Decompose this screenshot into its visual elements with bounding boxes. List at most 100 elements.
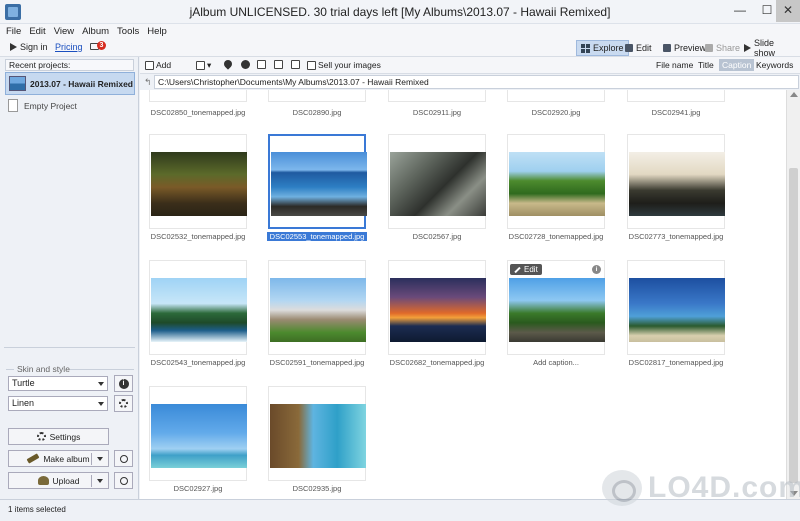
close-button[interactable]: ✕ [776,0,800,22]
add-button[interactable]: Add [145,60,171,70]
sort-caption[interactable]: Caption [719,59,755,71]
photo-thumbnail [390,152,486,216]
tile-partial[interactable] [149,90,247,102]
minimize-button[interactable]: — [726,0,754,22]
style-select[interactable]: Linen [8,396,108,411]
watermark-text: LO4D.com [648,471,800,504]
tile-caption: DSC02941.jpg [651,108,701,117]
gear-icon [36,432,46,441]
exclude-button[interactable] [241,60,250,69]
vertical-scrollbar[interactable] [786,90,800,499]
scrollbar-thumb[interactable] [789,168,798,483]
zoom-button[interactable] [114,450,133,467]
favorite-button[interactable] [222,58,234,70]
tile-caption: DSC02591_tonemapped.jpg [269,358,365,367]
thumbnail-tile[interactable]: DSC02532_tonemapped.jpg [149,134,247,242]
thumbnail-tile[interactable]: DSC02935.jpg [268,386,366,494]
thumbnail-gallery: DSC02850_tonemapped.jpg DSC02890.jpg DSC… [140,90,786,499]
thumbnail-tile[interactable]: DSC02567.jpg [388,134,486,242]
project-label: 2013.07 - Hawaii Remixed [30,78,134,89]
settings-button[interactable]: Settings [8,428,109,445]
thumbnail-tile[interactable]: DSC02773_tonemapped.jpg [627,134,725,242]
title-bar: jAlbum UNLICENSED. 30 trial days left [M… [0,0,800,24]
pricing-link[interactable]: Pricing [55,42,83,52]
filter-button[interactable] [291,60,300,69]
tile-partial[interactable] [388,90,486,102]
thumbnail-tile-selected[interactable]: DSC02553_tonemapped.jpg [267,134,367,242]
upload-label: Upload [52,475,80,486]
back-arrow-icon[interactable]: ↰ [144,77,152,88]
skin-info-button[interactable]: i [114,375,133,392]
add-caption-field[interactable]: Add caption... [497,358,615,367]
menu-tools[interactable]: Tools [113,24,143,39]
mode-edit-button[interactable]: Edit [621,40,656,56]
divider [6,369,14,370]
thumbnail-tile[interactable]: DSC02728_tonemapped.jpg [507,134,605,242]
menu-edit[interactable]: Edit [25,24,49,39]
mode-edit-label: Edit [636,43,652,53]
photo-thumbnail [629,152,725,216]
notifications-button[interactable]: 3 [90,41,108,54]
tile-caption: DSC02553_tonemapped.jpg [267,232,367,241]
menu-file[interactable]: File [0,24,25,39]
chevron-down-icon[interactable] [97,457,103,461]
pencil-icon [514,266,521,273]
tile-frame [149,386,247,481]
tile-caption: DSC02850_tonemapped.jpg [150,108,246,117]
tile-caption: DSC02567.jpg [412,232,462,241]
menu-view[interactable]: View [50,24,78,39]
share-icon [705,44,713,52]
sort-keywords[interactable]: Keywords [756,60,793,70]
project-item-active[interactable]: 2013.07 - Hawaii Remixed [5,72,135,95]
thumbnail-tile[interactable]: DSC02927.jpg [149,386,247,494]
search-button[interactable] [114,472,133,489]
chevron-down-icon[interactable] [97,479,103,483]
thumbnail-tile[interactable]: DSC02543_tonemapped.jpg [149,260,247,368]
watermark-logo-icon [602,470,642,506]
tile-partial[interactable] [507,90,605,102]
thumbnail-tile[interactable]: DSC02682_tonemapped.jpg [388,260,486,368]
path-field[interactable]: C:\Users\Christopher\Documents\My Albums… [154,75,799,89]
recent-projects-label: Recent projects: [5,59,134,71]
info-icon[interactable]: i [592,265,601,274]
separator [91,475,92,487]
skin-select[interactable]: Turtle [8,376,108,391]
style-select-value: Linen [12,398,35,408]
project-label: Empty Project [24,100,77,111]
thumbnail-tile[interactable]: DSC02817_tonemapped.jpg [627,260,725,368]
rotate-right-button[interactable] [274,60,283,69]
project-item[interactable]: Empty Project [8,99,77,112]
thumbnail-tile[interactable]: DSC02591_tonemapped.jpg [268,260,366,368]
mode-share-button[interactable]: Share [701,40,744,56]
filter-icon [291,60,300,69]
separator [91,453,92,465]
photo-thumbnail [151,404,247,468]
sort-title[interactable]: Title [698,60,714,70]
signin-button[interactable]: Sign in [10,42,48,52]
rotate-left-button[interactable] [257,60,266,69]
thumbnail-tile-hover[interactable]: Edit i Add caption... [507,260,605,368]
upload-button[interactable]: Upload [8,472,109,489]
scroll-up-icon[interactable] [790,92,798,97]
tile-partial[interactable] [627,90,725,102]
sell-images-button[interactable]: Sell your images [307,60,381,70]
tile-caption: DSC02682_tonemapped.jpg [389,358,485,367]
mode-slideshow-button[interactable]: Slide show [740,38,800,58]
new-folder-button[interactable]: ▾ [196,60,211,71]
menu-help[interactable]: Help [143,24,171,39]
tile-frame [149,260,247,355]
style-settings-button[interactable] [114,395,133,412]
sort-filename[interactable]: File name [656,60,693,70]
tile-caption: DSC02773_tonemapped.jpg [628,232,724,241]
edit-badge[interactable]: Edit [510,264,542,275]
panel-divider[interactable] [4,347,135,348]
search-icon [119,476,128,485]
tile-partial[interactable] [268,90,366,102]
tile-frame [627,260,725,355]
skin-section-label: Skin and style [17,364,70,374]
info-icon: i [118,378,129,389]
make-album-button[interactable]: Make album [8,450,109,467]
tile-caption: DSC02920.jpg [531,108,581,117]
pencil-icon [625,44,633,52]
menu-album[interactable]: Album [78,24,113,39]
